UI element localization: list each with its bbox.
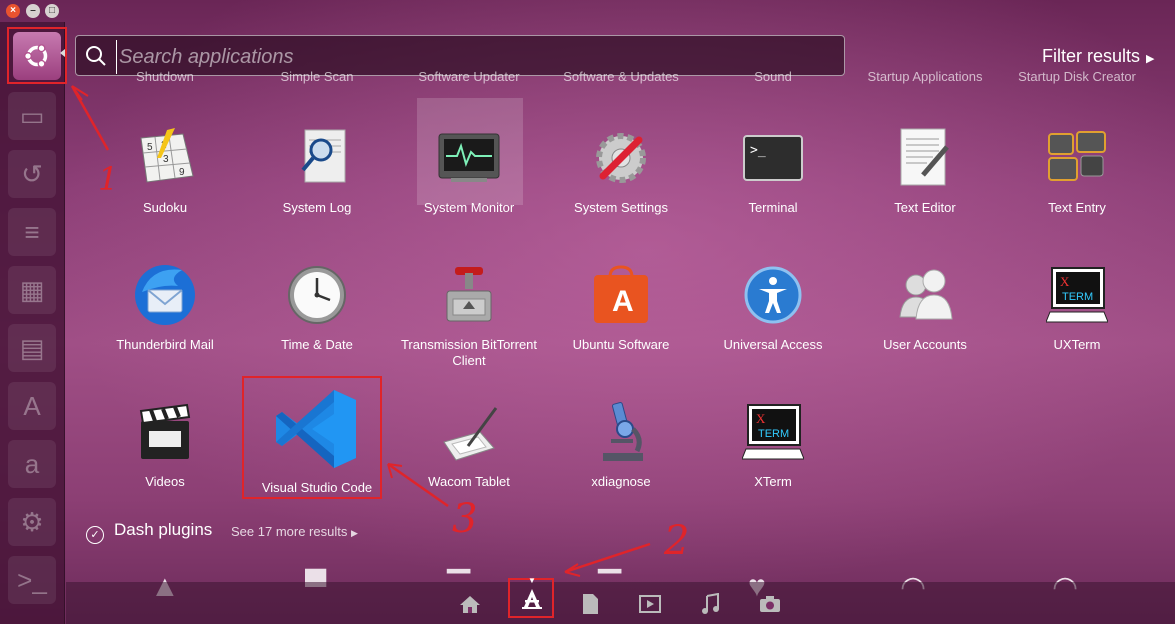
annotation-strokes — [70, 85, 651, 577]
annotation-2: 2 — [664, 518, 690, 564]
annotation-1: 1 — [98, 160, 119, 198]
annotation-3: 3 — [452, 496, 478, 542]
